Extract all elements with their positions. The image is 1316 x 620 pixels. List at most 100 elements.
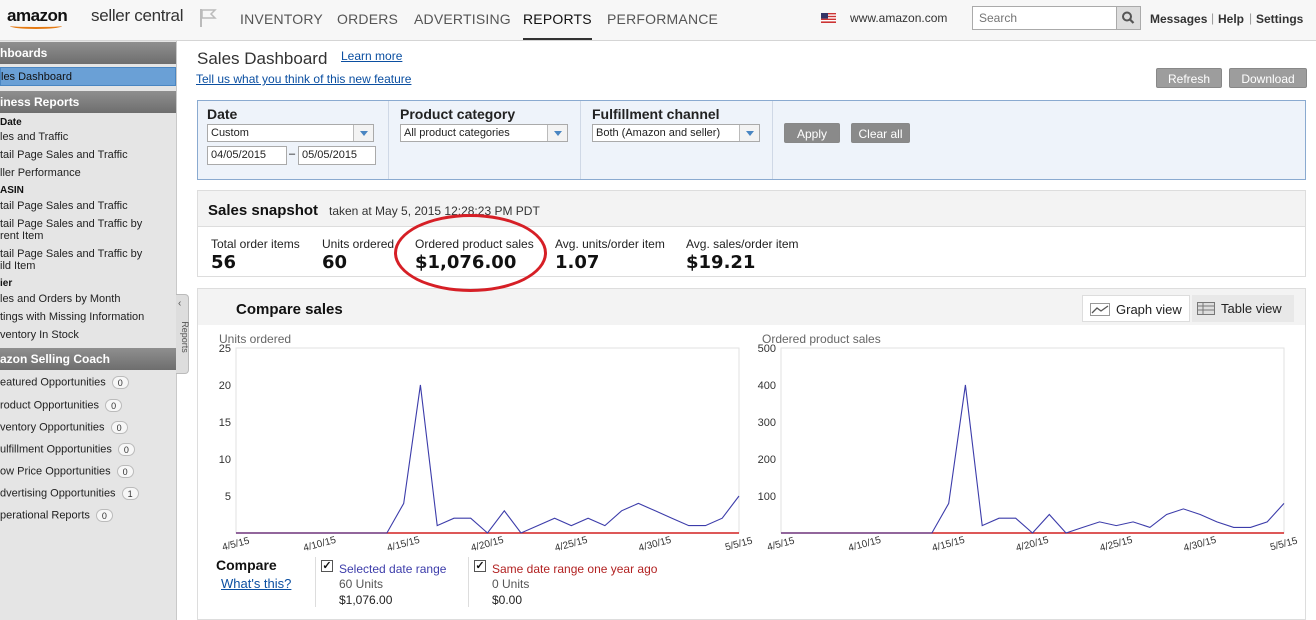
download-button[interactable]: Download (1229, 68, 1307, 88)
sidebar-subtitle-asin: ASIN (0, 185, 24, 196)
sidebar-item[interactable]: ller Performance (0, 167, 81, 179)
logo-product[interactable]: seller central (91, 6, 183, 26)
sidebar-section-selling-coach[interactable]: azon Selling Coach (0, 348, 176, 370)
x-tick-label: 5/5/15 (1269, 535, 1299, 553)
selected-range-checkbox[interactable]: ✓ (321, 560, 333, 572)
metric-label-ordered-product-sales: Ordered product sales (415, 237, 534, 251)
sidebar-item[interactable]: ventory In Stock (0, 329, 79, 341)
sidebar-item-label: ulfillment Opportunities (0, 443, 112, 456)
fulfillment-channel-select[interactable]: Both (Amazon and seller) (592, 124, 760, 142)
sidebar-item[interactable]: tail Page Sales and Traffic by (0, 248, 142, 260)
sidebar-item[interactable]: rent Item (0, 230, 43, 242)
metric-value-units-ordered: 60 (322, 252, 348, 273)
product-category-label: Product category (400, 106, 516, 122)
sidebar-item-label: roduct Opportunities (0, 399, 100, 412)
table-view-button[interactable]: Table view (1192, 295, 1294, 322)
y-tick-label: 15 (219, 417, 231, 429)
tab-performance[interactable]: PERFORMANCE (607, 11, 718, 27)
sidebar-item[interactable]: ulfillment Opportunities 0 (0, 443, 135, 456)
year-ago-checkbox[interactable]: ✓ (474, 560, 486, 572)
product-category-select[interactable]: All product categories (400, 124, 568, 142)
messages-link[interactable]: Messages (1150, 12, 1207, 26)
sidebar-item[interactable]: ventory Opportunities 0 (0, 421, 128, 434)
graph-view-label: Graph view (1116, 302, 1182, 317)
metric-label-avg-units: Avg. units/order item (555, 237, 665, 251)
top-navigation: amazon seller central INVENTORY ORDERS A… (0, 0, 1316, 41)
count-badge: 0 (110, 421, 128, 434)
tab-orders[interactable]: ORDERS (337, 11, 398, 27)
y-tick-label: 300 (758, 417, 776, 429)
date-to-input[interactable]: 05/05/2015 (298, 146, 376, 165)
sidebar-item[interactable]: tail Page Sales and Traffic by (0, 218, 142, 230)
date-from-input[interactable]: 04/05/2015 (207, 146, 287, 165)
sidebar-item[interactable]: roduct Opportunities 0 (0, 399, 123, 412)
date-label: Date (207, 106, 238, 122)
x-tick-label: 4/10/15 (302, 535, 337, 554)
x-tick-label: 4/20/15 (470, 535, 505, 554)
sidebar-item[interactable]: eatured Opportunities 0 (0, 376, 129, 389)
sales-snapshot-header: Sales snapshot taken at May 5, 2015 12:2… (198, 191, 1305, 227)
compare-sales-title: Compare sales (236, 301, 343, 318)
search-button[interactable] (1116, 6, 1141, 30)
sidebar-collapse-handle[interactable]: ‹ Reports (176, 294, 190, 374)
sidebar-item[interactable]: ild Item (0, 260, 35, 272)
x-tick-label: 4/15/15 (931, 535, 966, 554)
ordered-sales-chart: 100 200 300 400 500 4/5/15 4/10/15 4/15/15 4/20/… (758, 344, 1300, 554)
fulfillment-channel-label: Fulfillment channel (592, 106, 720, 122)
compare-sales-panel: Compare sales Graph view Table view Unit… (197, 288, 1306, 620)
logo-smile-icon (10, 23, 62, 29)
product-category-value: All product categories (404, 127, 510, 139)
divider (315, 557, 316, 607)
sidebar-subtitle-other: ier (0, 278, 13, 289)
sidebar-section-dashboards[interactable]: hboards (0, 42, 176, 64)
sidebar-item-label: ow Price Opportunities (0, 465, 111, 478)
y-tick-label: 5 (225, 491, 231, 503)
sidebar-item[interactable]: tail Page Sales and Traffic (0, 149, 128, 161)
whats-this-link[interactable]: What's this? (221, 576, 291, 591)
units-ordered-chart: 5 10 15 20 25 4/5/15 4/10/15 4/15/15 4/20/15 4/25… (219, 344, 754, 554)
settings-link[interactable]: Settings (1256, 12, 1303, 26)
y-tick-label: 500 (758, 344, 776, 355)
feedback-link[interactable]: Tell us what you think of this new featu… (196, 72, 411, 86)
divider (388, 101, 389, 179)
learn-more-link[interactable]: Learn more (341, 49, 402, 63)
search-input[interactable] (972, 6, 1118, 30)
legend-selected-label: Selected date range (339, 562, 447, 576)
chevron-left-icon: ‹ (178, 298, 182, 309)
count-badge: 0 (117, 443, 135, 456)
fulfillment-channel-value: Both (Amazon and seller) (596, 127, 721, 139)
graph-view-button[interactable]: Graph view (1082, 295, 1190, 322)
y-tick-label: 20 (219, 380, 231, 392)
sidebar-item[interactable]: les and Orders by Month (0, 293, 120, 305)
legend-year-ago-units: 0 Units (492, 577, 530, 591)
count-badge: 0 (116, 465, 134, 478)
sidebar-item[interactable]: tail Page Sales and Traffic (0, 200, 128, 212)
collapse-label: Reports (179, 321, 190, 353)
y-tick-label: 25 (219, 344, 231, 355)
apply-button[interactable]: Apply (784, 123, 840, 143)
separator: | (1249, 11, 1253, 25)
sidebar-item[interactable]: les and Traffic (0, 131, 68, 143)
flag-icon[interactable] (199, 8, 217, 28)
tab-advertising[interactable]: ADVERTISING (414, 11, 511, 27)
sidebar-item[interactable]: perational Reports 0 (0, 509, 113, 522)
clear-all-button[interactable]: Clear all (851, 123, 910, 143)
refresh-button[interactable]: Refresh (1156, 68, 1222, 88)
metric-label-total-order-items: Total order items (211, 237, 300, 251)
tab-reports[interactable]: REPORTS (523, 11, 592, 40)
marketplace-selector[interactable]: www.amazon.com (850, 11, 947, 25)
date-range-select[interactable]: Custom (207, 124, 374, 142)
tab-inventory[interactable]: INVENTORY (240, 11, 323, 27)
page-title: Sales Dashboard (197, 49, 328, 68)
metric-value-avg-sales: $19.21 (686, 252, 756, 273)
divider (772, 101, 773, 179)
sidebar-section-business-reports[interactable]: iness Reports (0, 91, 176, 113)
sidebar-item-label: dvertising Opportunities (0, 487, 116, 500)
sidebar-item[interactable]: dvertising Opportunities 1 (0, 487, 139, 500)
sidebar-item[interactable]: ow Price Opportunities 0 (0, 465, 134, 478)
date-separator: – (289, 148, 296, 160)
legend-selected-units: 60 Units (339, 577, 384, 591)
help-link[interactable]: Help (1218, 12, 1244, 26)
sidebar-item-sales-dashboard[interactable]: les Dashboard (0, 67, 176, 86)
sidebar-item[interactable]: tings with Missing Information (0, 311, 144, 323)
